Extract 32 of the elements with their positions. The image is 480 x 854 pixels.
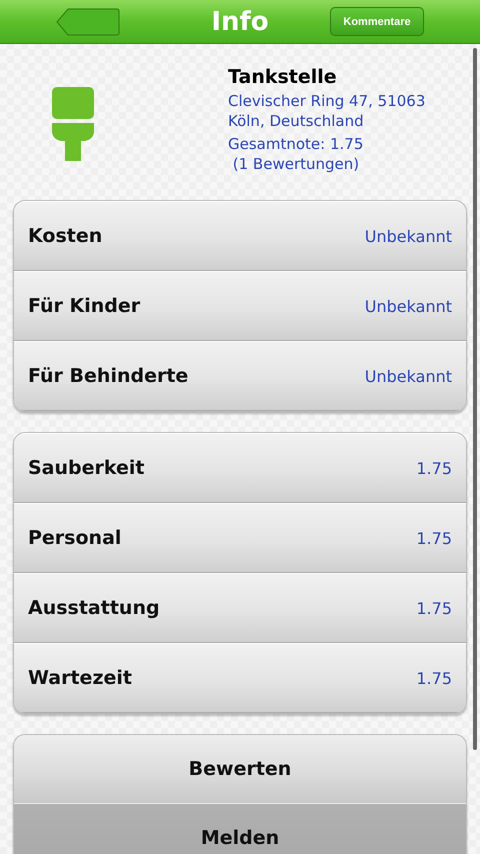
info-row[interactable]: Personal 1.75 xyxy=(14,503,466,573)
scrollbar[interactable] xyxy=(473,48,477,750)
row-value: Unbekannt xyxy=(364,366,452,386)
row-value: 1.75 xyxy=(416,598,452,618)
info-row[interactable]: Wartezeit 1.75 xyxy=(14,643,466,713)
screen-title: Info xyxy=(211,6,269,36)
info-row[interactable]: Kosten Unbekannt xyxy=(14,201,466,271)
row-label: Ausstattung xyxy=(28,597,160,619)
action-button[interactable]: Bewerten xyxy=(14,735,466,804)
back-button[interactable] xyxy=(56,8,120,36)
toilet-icon xyxy=(49,87,95,161)
row-label: Personal xyxy=(28,527,122,549)
info-row[interactable]: Sauberkeit 1.75 xyxy=(14,433,466,503)
row-value: Unbekannt xyxy=(364,296,452,316)
row-label: Für Behinderte xyxy=(28,365,188,387)
place-name: Tankstelle xyxy=(228,66,338,88)
action-button[interactable]: Melden xyxy=(14,804,466,854)
row-value: 1.75 xyxy=(416,528,452,548)
rating-count: (1 Bewertungen) xyxy=(232,154,360,174)
overall-rating: Gesamtnote: 1.75 xyxy=(228,134,364,154)
row-value: 1.75 xyxy=(416,668,452,688)
info-row[interactable]: Für Behinderte Unbekannt xyxy=(14,341,466,411)
row-label: Kosten xyxy=(28,225,102,247)
row-value: Unbekannt xyxy=(364,226,452,246)
address-line: Clevischer Ring 47, 51063 xyxy=(228,91,426,111)
row-label: Wartezeit xyxy=(28,667,132,689)
row-label: Für Kinder xyxy=(28,295,140,317)
row-label: Sauberkeit xyxy=(28,457,144,479)
address-line: Köln, Deutschland xyxy=(228,111,365,131)
info-row[interactable]: Ausstattung 1.75 xyxy=(14,573,466,643)
row-value: 1.75 xyxy=(416,458,452,478)
info-row[interactable]: Für Kinder Unbekannt xyxy=(14,271,466,341)
